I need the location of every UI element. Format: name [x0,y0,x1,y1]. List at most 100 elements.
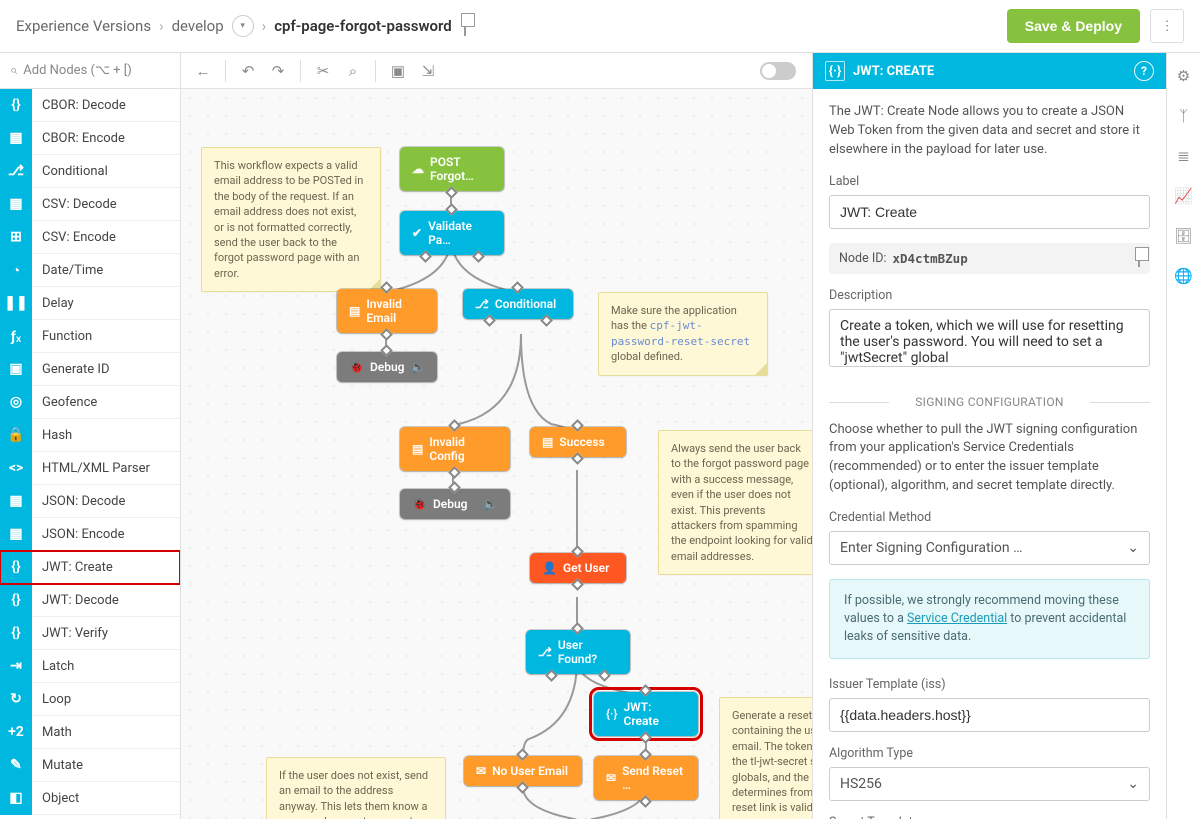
palette-item[interactable]: 🔒Hash [0,419,180,452]
globe-icon[interactable]: 🌐 [1174,267,1193,285]
database-icon[interactable]: ≣ [1177,147,1190,165]
note: Make sure the application has the cpf-jw… [598,292,768,376]
inspector-panel: {·} JWT: CREATE ? The JWT: Create Node a… [812,53,1166,819]
node-debug[interactable]: 🐞Debug🔈 [337,352,437,382]
label-input[interactable] [829,195,1150,229]
node-invalid-config[interactable]: ▤Invalid Config [400,427,510,471]
chevron-down-icon: ⌄ [1127,776,1139,792]
palette-item-label: Function [32,329,92,344]
palette-item-icon: ▦ [0,518,32,551]
nodeid-row: Node ID: xD4ctmBZup [829,243,1150,274]
palette-item-label: Latch [32,659,74,674]
palette-item-label: JWT: Verify [32,626,108,641]
palette-item[interactable]: ▦JSON: Decode [0,485,180,518]
branch-dropdown-icon[interactable]: ▾ [232,15,254,37]
section-intro: Choose whether to pull the JWT signing c… [829,421,1150,496]
node-user-found[interactable]: ⎇User Found? [526,630,630,674]
palette-item[interactable]: ❚❚Delay [0,287,180,320]
palette-item[interactable]: ▦JSON: Encode [0,518,180,551]
issuer-label: Issuer Template (iss) [829,677,1150,692]
cred-method-select[interactable]: Enter Signing Configuration … ⌄ [829,531,1150,565]
save-deploy-button[interactable]: Save & Deploy [1007,9,1140,43]
redo-button[interactable]: ↷ [264,57,292,85]
palette-item[interactable]: ↻Loop [0,683,180,716]
back-button[interactable]: ← [189,57,217,85]
description-input[interactable] [829,309,1150,367]
service-credential-link[interactable]: Service Credential [907,611,1007,626]
palette-item-icon: ⊞ [0,221,32,254]
page-icon: ▤ [349,304,360,318]
palette-item[interactable]: ▣Generate ID [0,353,180,386]
node-post-forgot[interactable]: ☁POST Forgot… [400,147,504,191]
palette-list[interactable]: {}CBOR: Decode▦CBOR: Encode⎇Conditional▦… [0,89,180,819]
palette-item[interactable]: ◔Date/Time [0,254,180,287]
palette-item[interactable]: ◎Geofence [0,386,180,419]
palette-item[interactable]: ƒₓFunction [0,320,180,353]
node-send-reset[interactable]: ✉Send Reset … [594,756,698,800]
palette-item[interactable]: +2Math [0,716,180,749]
palette-item-icon: {} [0,617,32,650]
node-debug[interactable]: 🐞Debug🔈 [400,489,510,519]
breadcrumb-current: cpf-page-forgot-password [274,17,452,35]
more-menu-button[interactable]: ⋮ [1150,9,1184,43]
node-validate-payload[interactable]: ✔Validate Pa… [400,211,504,255]
issuer-input[interactable] [829,698,1150,732]
palette-item[interactable]: <>HTML/XML Parser [0,452,180,485]
palette-item-icon: ⇥ [0,650,32,683]
palette-item[interactable]: ⇥Latch [0,650,180,683]
cred-method-label: Credential Method [829,510,1150,525]
palette-item[interactable]: {}JWT: Decode [0,584,180,617]
palette-item[interactable]: ▦CBOR: Encode [0,122,180,155]
inspector-title: JWT: CREATE [853,64,934,79]
jwt-icon: {·} [606,707,617,721]
undo-button[interactable]: ↶ [234,57,262,85]
copy-name-icon[interactable] [464,17,466,35]
breadcrumb: Experience Versions › develop ▾ › cpf-pa… [16,15,466,37]
palette-item[interactable]: {}JWT: Create [0,551,180,584]
palette-item[interactable]: {}JWT: Verify [0,617,180,650]
node-no-user-email[interactable]: ✉No User Email [464,756,582,786]
algo-select[interactable]: HS256 ⌄ [829,767,1150,801]
node-conditional[interactable]: ⎇Conditional [463,289,573,319]
workflow-canvas[interactable]: This workflow expects a valid email addr… [181,89,812,819]
layout-button[interactable]: ⇲ [414,57,442,85]
palette-item-icon: ⎇ [0,155,32,188]
palette-item[interactable]: {}CBOR: Decode [0,89,180,122]
gear-icon[interactable]: ⚙ [1177,67,1190,85]
breadcrumb-root[interactable]: Experience Versions [16,17,151,35]
palette-item[interactable]: ▦CSV: Decode [0,188,180,221]
palette-item-label: Loop [32,692,71,707]
inspector-body[interactable]: The JWT: Create Node allows you to creat… [813,89,1166,819]
branch-icon[interactable]: ᛉ [1179,107,1188,125]
palette-item-icon: ▣ [0,353,32,386]
debug-toggle[interactable] [760,62,796,80]
node-success[interactable]: ▤Success [530,427,626,457]
cut-button[interactable]: ✂ [309,57,337,85]
branch-icon: ⎇ [475,297,489,311]
palette-item-icon: ◎ [0,386,32,419]
bug-icon: 🐞 [412,497,427,511]
palette-search[interactable]: ⌕ Add Nodes (⌥ + [) [0,53,180,89]
add-button[interactable]: ▣ [384,57,412,85]
palette-item[interactable]: ✎Mutate [0,749,180,782]
topbar: Experience Versions › develop ▾ › cpf-pa… [0,0,1200,53]
palette-item[interactable]: ⎇Conditional [0,155,180,188]
copy-nodeid-icon[interactable] [1138,251,1140,266]
chart-icon[interactable]: 📈 [1174,187,1193,205]
palette-item[interactable]: ◧Object [0,782,180,815]
zoom-button[interactable]: ⌕ [339,57,367,85]
palette-item-icon: +2 [0,716,32,749]
palette-item-icon: 🔒 [0,419,32,452]
node-invalid-email[interactable]: ▤Invalid Email [337,289,437,333]
palette-item-label: Conditional [32,164,108,179]
chevron-down-icon: ⌄ [1127,540,1139,556]
palette-item-icon: {} [0,551,32,584]
node-get-user[interactable]: 👤Get User [530,553,626,583]
section-title: SIGNING CONFIGURATION [829,395,1150,409]
node-jwt-create[interactable]: {·}JWT: Create [594,692,698,736]
palette-item[interactable]: ⊞CSV: Encode [0,221,180,254]
page-icon: ▤ [542,435,553,449]
help-icon[interactable]: ? [1134,61,1154,81]
breadcrumb-branch[interactable]: develop [172,17,224,35]
drawer-icon[interactable]: 🗄 [1174,227,1193,245]
